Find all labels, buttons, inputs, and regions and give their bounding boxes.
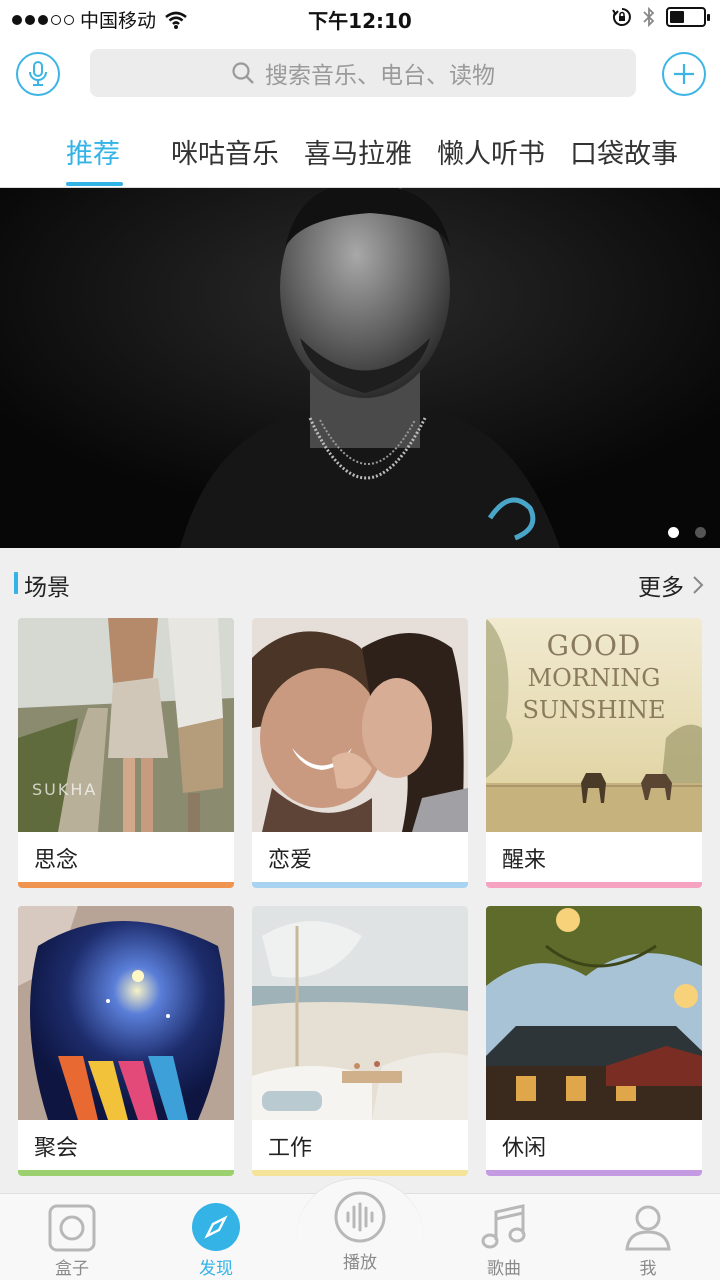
microphone-icon xyxy=(29,61,47,86)
bluetooth-icon xyxy=(643,6,655,28)
photo-lettering: GOOD MORNING SUNSHINE xyxy=(522,629,666,725)
scene-image xyxy=(486,906,702,1120)
scene-card-party[interactable]: 聚会 xyxy=(18,906,234,1176)
search-input[interactable]: 搜索音乐、电台、读物 xyxy=(90,49,636,97)
scene-card-leisure[interactable]: 休闲 xyxy=(486,906,702,1176)
header: 搜索音乐、电台、读物 推荐 咪咕音乐 喜马拉雅 懒人听书 口袋故事 xyxy=(0,36,720,188)
nav-label: 歌曲 xyxy=(487,1259,521,1279)
tab-lazy-audiobooks[interactable]: 懒人听书 xyxy=(437,132,545,188)
banner-photo xyxy=(0,188,720,548)
tab-migu-music[interactable]: 咪咕音乐 xyxy=(171,132,279,188)
scene-image xyxy=(252,618,468,832)
scene-color-strip xyxy=(252,882,468,888)
nav-label: 盒子 xyxy=(55,1259,89,1279)
scene-label: 休闲 xyxy=(502,1136,547,1161)
plus-icon xyxy=(674,64,694,84)
scene-card-missing[interactable]: SUKHA 思念 xyxy=(18,618,234,888)
category-tabs: 推荐 咪咕音乐 喜马拉雅 懒人听书 口袋故事 xyxy=(0,132,720,188)
compass-icon xyxy=(192,1203,240,1251)
add-button[interactable] xyxy=(662,52,706,96)
tab-pocket-stories[interactable]: 口袋故事 xyxy=(570,132,678,188)
scene-label: 恋爱 xyxy=(268,848,313,873)
scene-color-strip xyxy=(18,1170,234,1176)
nav-box[interactable]: 盒子 xyxy=(12,1194,132,1280)
more-link[interactable]: 更多 xyxy=(638,568,704,602)
music-note-icon xyxy=(481,1204,526,1249)
nav-label: 我 xyxy=(639,1259,657,1279)
scene-image: SUKHA xyxy=(18,618,234,832)
box-icon xyxy=(48,1204,96,1252)
nav-me[interactable]: 我 xyxy=(588,1194,708,1280)
scene-color-strip xyxy=(486,882,702,888)
chevron-right-icon xyxy=(693,576,704,594)
user-icon xyxy=(625,1205,671,1251)
pager-dot xyxy=(668,527,679,538)
photo-watermark: SUKHA xyxy=(32,780,98,799)
scene-image xyxy=(18,906,234,1120)
waveform-icon xyxy=(334,1191,386,1243)
banner-carousel[interactable] xyxy=(0,188,720,548)
section-title: 场景 xyxy=(24,575,70,601)
scenes-section-header: 场景 更多 xyxy=(0,548,720,618)
active-tab-indicator xyxy=(66,182,123,186)
nav-label: 播放 xyxy=(343,1253,377,1273)
nav-label: 发现 xyxy=(199,1259,233,1279)
scene-card-work[interactable]: 工作 xyxy=(252,906,468,1176)
nav-play[interactable]: 播放 xyxy=(300,1191,420,1280)
nav-songs[interactable]: 歌曲 xyxy=(444,1194,564,1280)
scene-label: 工作 xyxy=(268,1136,313,1161)
scene-card-wake-up[interactable]: GOOD MORNING SUNSHINE 醒来 xyxy=(486,618,702,888)
scene-color-strip xyxy=(486,1170,702,1176)
scene-card-romance[interactable]: 恋爱 xyxy=(252,618,468,888)
status-bar: 中国移动 下午12:10 xyxy=(0,0,720,36)
tab-recommend[interactable]: 推荐 xyxy=(66,132,120,188)
scene-label: 聚会 xyxy=(34,1136,79,1161)
pager-dot xyxy=(695,527,706,538)
scene-color-strip xyxy=(18,882,234,888)
tab-ximalaya[interactable]: 喜马拉雅 xyxy=(304,132,412,188)
battery-icon xyxy=(666,7,710,27)
scene-label: 醒来 xyxy=(502,848,547,873)
scene-label: 思念 xyxy=(34,848,79,873)
banner-pager xyxy=(668,527,706,538)
nav-discover[interactable]: 发现 xyxy=(156,1194,276,1280)
orientation-lock-icon xyxy=(612,8,631,26)
search-icon xyxy=(232,62,254,84)
search-placeholder: 搜索音乐、电台、读物 xyxy=(265,63,495,89)
scene-image xyxy=(252,906,468,1120)
voice-search-button[interactable] xyxy=(16,52,60,96)
scene-color-strip xyxy=(252,1170,468,1176)
bottom-navigation: 盒子 发现 播放 歌曲 我 xyxy=(0,1178,720,1280)
scene-image: GOOD MORNING SUNSHINE xyxy=(486,618,702,832)
